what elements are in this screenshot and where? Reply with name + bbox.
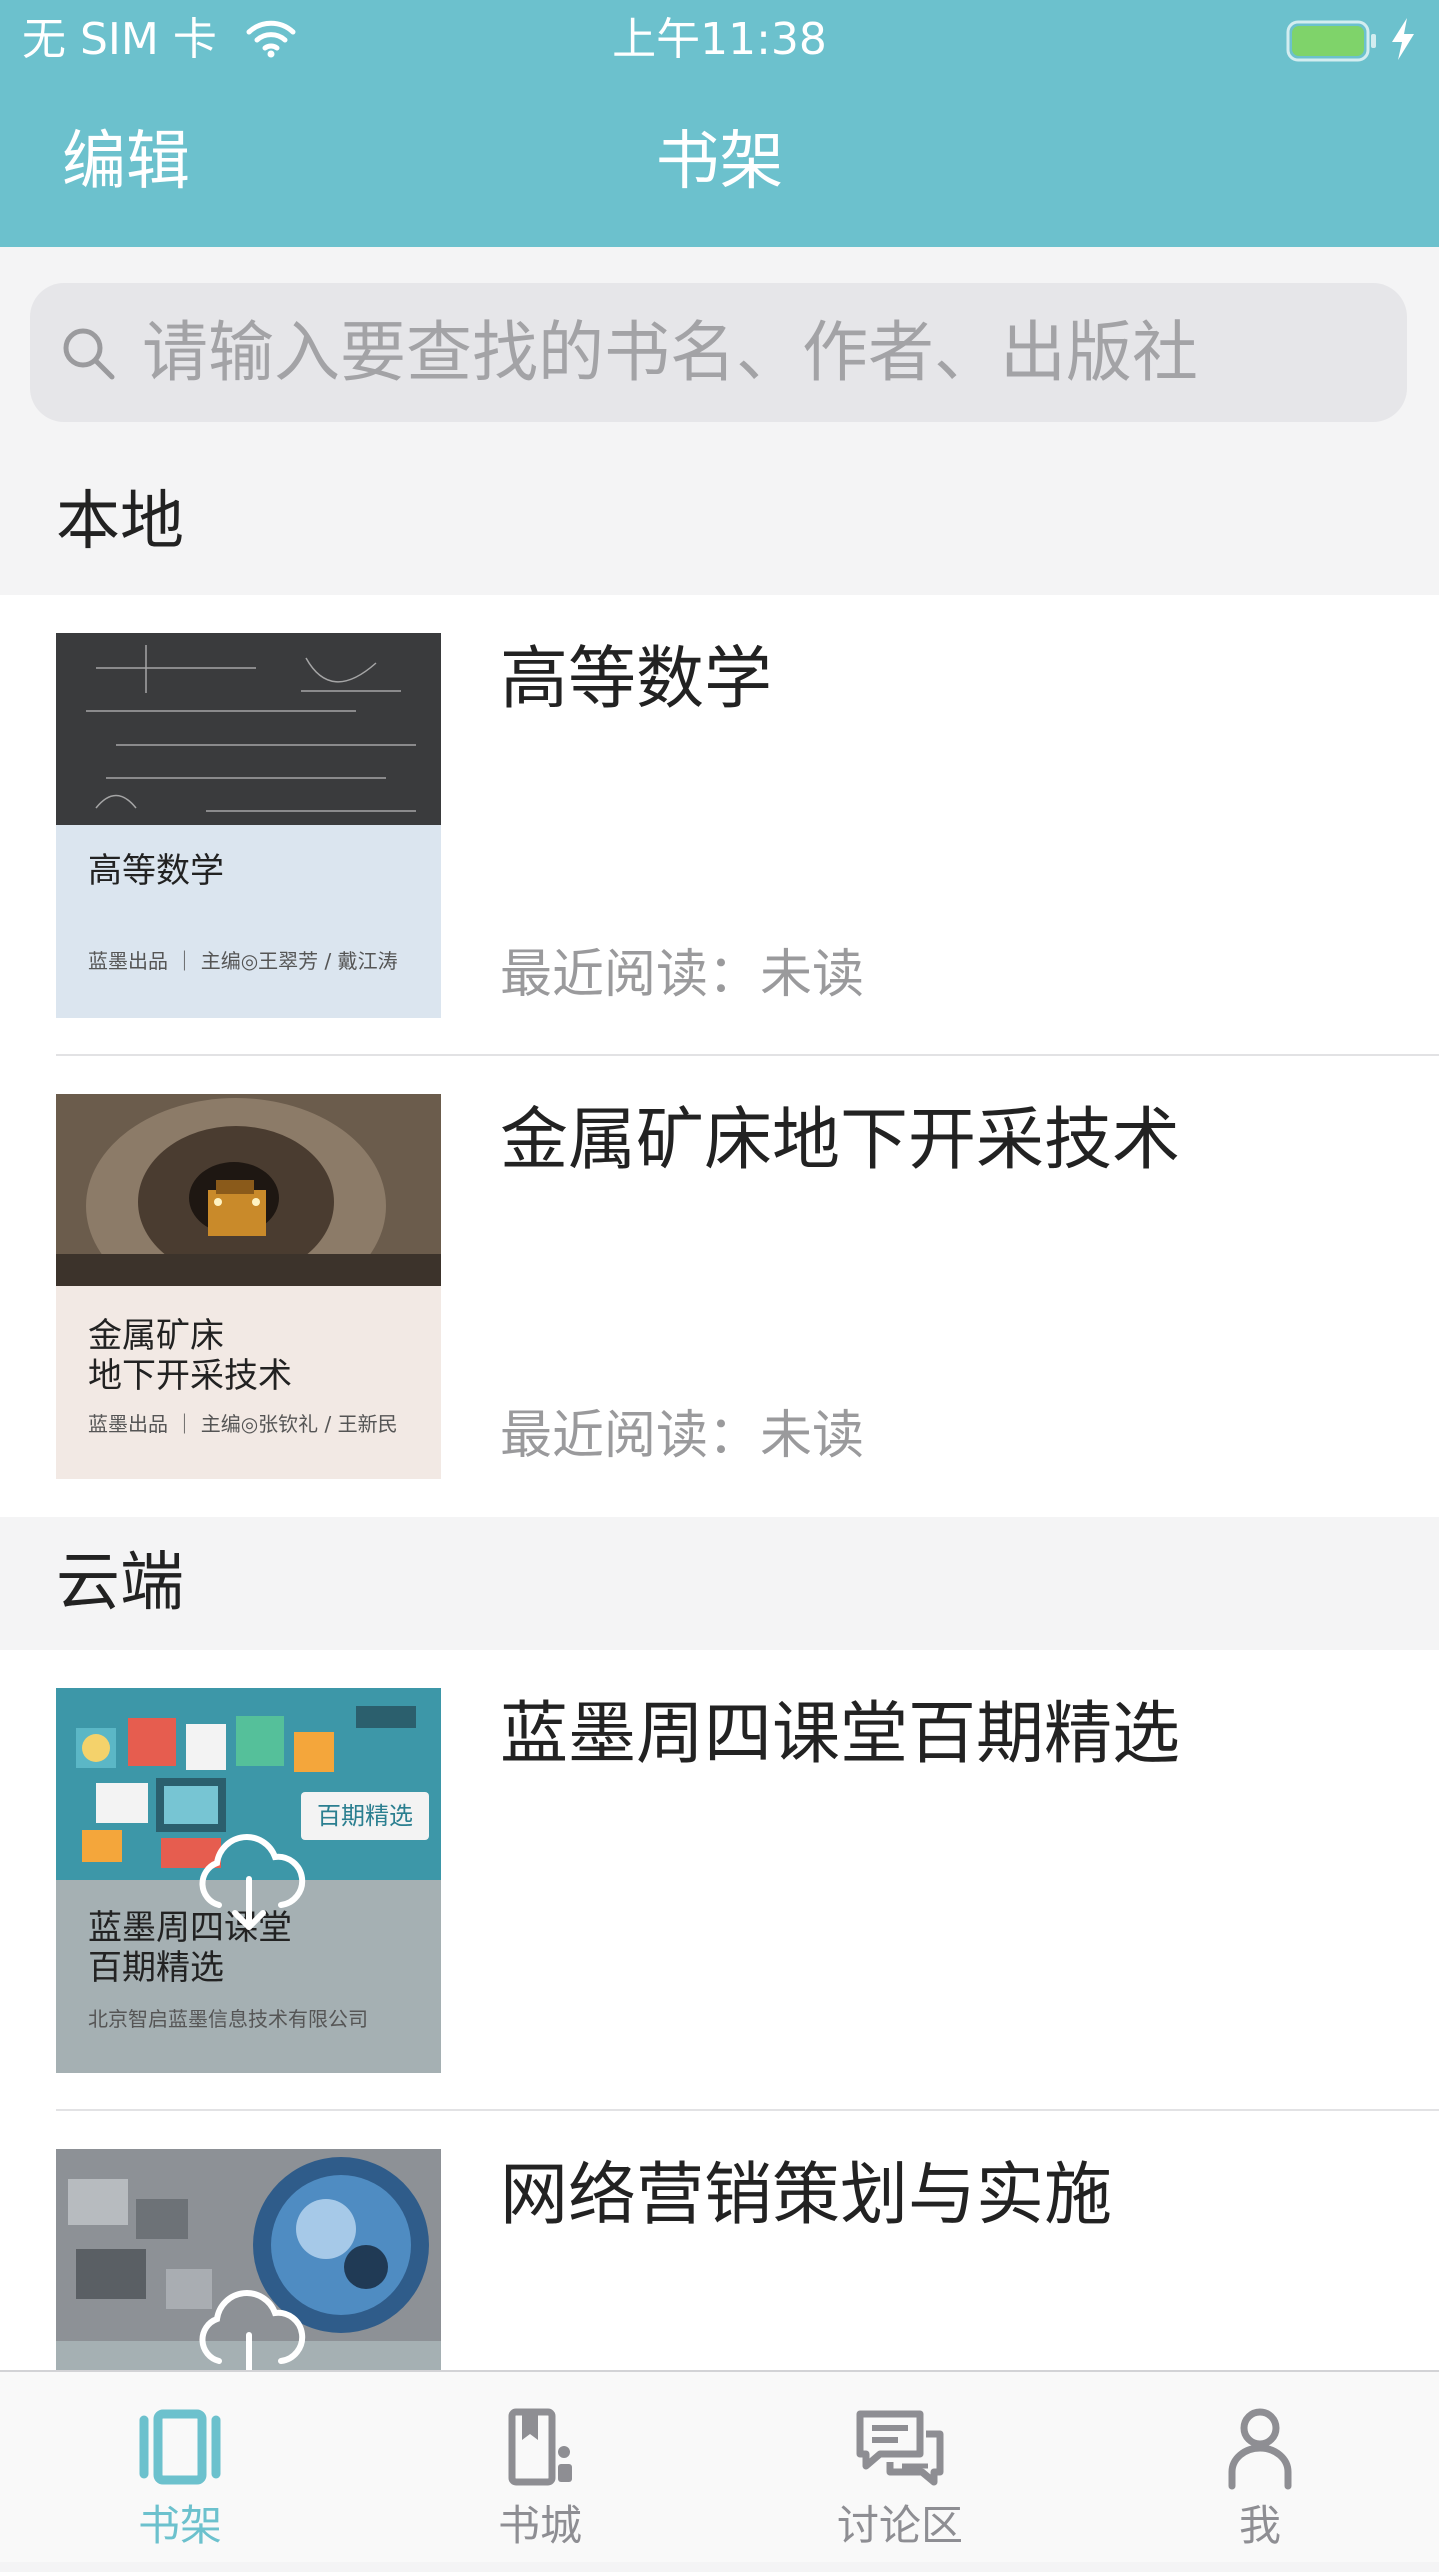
section-header-cloud: 云端 bbox=[0, 1517, 1439, 1650]
cloud-download-icon[interactable] bbox=[189, 2289, 309, 2370]
book-row[interactable]: 金属矿床 地下开采技术 蓝墨出品 ｜ 主编◎张钦礼 / 王新民 金属矿床地下开采… bbox=[0, 1056, 1439, 1517]
book-row[interactable]: 高等数学 蓝墨出品 ｜ 主编◎王翠芳 / 戴江涛 高等数学 最近阅读：未读 bbox=[0, 595, 1439, 1056]
cover-title: 高等数学 bbox=[88, 851, 224, 891]
recent-read-status: 最近阅读：未读 bbox=[500, 945, 865, 1005]
book-cover: 蓝墨周四课堂 百期精选 北京智启蓝墨信息技术有限公司 百期精选 bbox=[56, 1688, 441, 2073]
search-input[interactable]: 请输入要查找的书名、作者、出版社 bbox=[30, 283, 1407, 422]
search-placeholder: 请输入要查找的书名、作者、出版社 bbox=[142, 314, 1198, 391]
discussion-icon bbox=[856, 2410, 944, 2486]
book-title: 网络营销策划与实施 bbox=[500, 2156, 1113, 2235]
cloud-book-list: 蓝墨周四课堂 百期精选 北京智启蓝墨信息技术有限公司 百期精选 蓝墨周四课堂百期… bbox=[0, 1650, 1439, 2370]
cover-photo-mine-tunnel bbox=[56, 1094, 441, 1286]
cover-badge: 百期精选 bbox=[301, 1792, 429, 1840]
search-icon bbox=[63, 328, 115, 380]
cover-info: 高等数学 蓝墨出品 ｜ 主编◎王翠芳 / 戴江涛 bbox=[56, 825, 441, 1018]
tab-bookshelf[interactable]: 书架 bbox=[0, 2372, 360, 2562]
cover-photo-chalkboard bbox=[56, 633, 441, 825]
tab-label: 讨论区 bbox=[836, 2501, 963, 2550]
section-title: 本地 bbox=[56, 485, 184, 559]
local-book-list: 高等数学 蓝墨出品 ｜ 主编◎王翠芳 / 戴江涛 高等数学 最近阅读：未读 金属… bbox=[0, 595, 1439, 1517]
book-cover bbox=[56, 2149, 441, 2370]
cover-credit: 蓝墨出品 ｜ 主编◎张钦礼 / 王新民 bbox=[88, 1412, 398, 1436]
tab-label: 书城 bbox=[497, 2501, 582, 2550]
status-time: 上午11:38 bbox=[612, 14, 827, 65]
page-title: 书架 bbox=[655, 125, 784, 199]
tab-bar: 书架 书城 讨论区 我 bbox=[0, 2370, 1439, 2562]
book-title: 金属矿床地下开采技术 bbox=[500, 1101, 1181, 1180]
battery-icon bbox=[1286, 20, 1376, 62]
book-row[interactable]: 蓝墨周四课堂 百期精选 北京智启蓝墨信息技术有限公司 百期精选 蓝墨周四课堂百期… bbox=[0, 1650, 1439, 2111]
cloud-download-icon[interactable] bbox=[189, 1833, 309, 1933]
cover-credit: 北京智启蓝墨信息技术有限公司 bbox=[88, 2007, 368, 2031]
bookstore-icon bbox=[508, 2408, 572, 2486]
section-header-local: 本地 bbox=[0, 452, 1439, 595]
status-bar: 无 SIM 卡 上午11:38 bbox=[0, 0, 1439, 80]
recent-read-status: 最近阅读：未读 bbox=[500, 1406, 865, 1466]
charging-icon bbox=[1392, 18, 1414, 60]
tab-label: 我 bbox=[1238, 2501, 1281, 2550]
person-icon bbox=[1228, 2408, 1292, 2490]
book-cover: 高等数学 蓝墨出品 ｜ 主编◎王翠芳 / 戴江涛 bbox=[56, 633, 441, 1018]
book-title: 蓝墨周四课堂百期精选 bbox=[500, 1695, 1181, 1774]
cover-credit: 蓝墨出品 ｜ 主编◎王翠芳 / 戴江涛 bbox=[88, 949, 398, 973]
tab-label: 书架 bbox=[137, 2501, 222, 2550]
top-header: 无 SIM 卡 上午11:38 编辑 书架 bbox=[0, 0, 1439, 247]
cover-info: 金属矿床 地下开采技术 蓝墨出品 ｜ 主编◎张钦礼 / 王新民 bbox=[56, 1286, 441, 1479]
tab-me[interactable]: 我 bbox=[1080, 2372, 1439, 2562]
book-cover: 金属矿床 地下开采技术 蓝墨出品 ｜ 主编◎张钦礼 / 王新民 bbox=[56, 1094, 441, 1479]
tab-bookstore[interactable]: 书城 bbox=[360, 2372, 720, 2562]
section-title: 云端 bbox=[56, 1546, 184, 1620]
book-title: 高等数学 bbox=[500, 640, 773, 719]
tab-discussion[interactable]: 讨论区 bbox=[720, 2372, 1080, 2562]
cover-title: 金属矿床 地下开采技术 bbox=[88, 1316, 292, 1396]
bookshelf-icon bbox=[139, 2409, 221, 2485]
nav-bar: 编辑 书架 bbox=[0, 80, 1439, 247]
